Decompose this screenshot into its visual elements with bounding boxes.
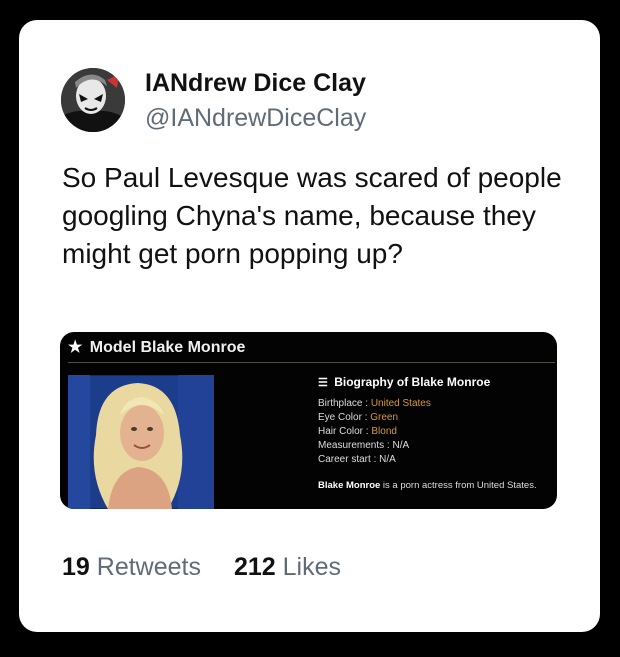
tweet-card: IANdrew Dice Clay @IANdrewDiceClay So Pa… [19, 20, 600, 632]
bio-label: Career start : [318, 454, 380, 465]
biography-panel: ☰ Biography of Blake Monroe Birthplace :… [318, 375, 548, 491]
media-header-title: Model Blake Monroe [89, 339, 246, 356]
bio-value: United States [370, 398, 431, 409]
display-name[interactable]: IANdrew Dice Clay [145, 69, 366, 98]
model-photo [67, 374, 215, 509]
bio-label: Hair Color : [318, 426, 372, 437]
star-icon: ★ [68, 339, 83, 356]
bio-value: N/A [379, 454, 396, 465]
bio-summary-name: Blake Monroe [318, 480, 381, 491]
bio-summary-text: is a porn actress from United States. [380, 480, 537, 491]
bio-label: Eye Color : [318, 412, 371, 423]
attached-image[interactable]: ★ Model Blake Monroe ☰ Biography of Blak… [60, 332, 557, 509]
user-handle[interactable]: @IANdrewDiceClay [145, 104, 366, 133]
bio-row-hair-color: Hair Color : Blond [318, 425, 548, 439]
bio-value: Green [370, 412, 399, 423]
biography-title-text: Biography of Blake Monroe [334, 375, 491, 389]
media-header: ★ Model Blake Monroe [68, 337, 245, 357]
bio-value: Blond [371, 426, 397, 437]
likes-stat[interactable]: 212 Likes [234, 553, 341, 581]
bio-row-eye-color: Eye Color : Green [318, 411, 548, 425]
bio-summary: Blake Monroe is a porn actress from Unit… [318, 480, 548, 491]
retweets-label: Retweets [96, 553, 201, 581]
likes-count: 212 [233, 553, 276, 581]
bio-label: Birthplace : [318, 398, 371, 409]
bio-label: Measurements : [318, 440, 393, 451]
retweets-count: 19 [62, 553, 90, 581]
retweets-stat[interactable]: 19 Retweets [62, 553, 208, 581]
list-icon: ☰ [318, 377, 328, 389]
bio-row-career-start: Career start : N/A [318, 453, 548, 467]
bio-value: N/A [392, 440, 410, 451]
tweet-text: So Paul Levesque was scared of people go… [62, 162, 562, 269]
media-divider [68, 362, 555, 363]
likes-label: Likes [282, 553, 341, 581]
bio-row-birthplace: Birthplace : United States [318, 397, 548, 411]
biography-title: ☰ Biography of Blake Monroe [318, 375, 548, 389]
avatar[interactable] [61, 68, 125, 132]
tweet-stats: 19 Retweets 212 Likes [62, 553, 367, 582]
bio-row-measurements: Measurements : N/A [318, 439, 548, 453]
